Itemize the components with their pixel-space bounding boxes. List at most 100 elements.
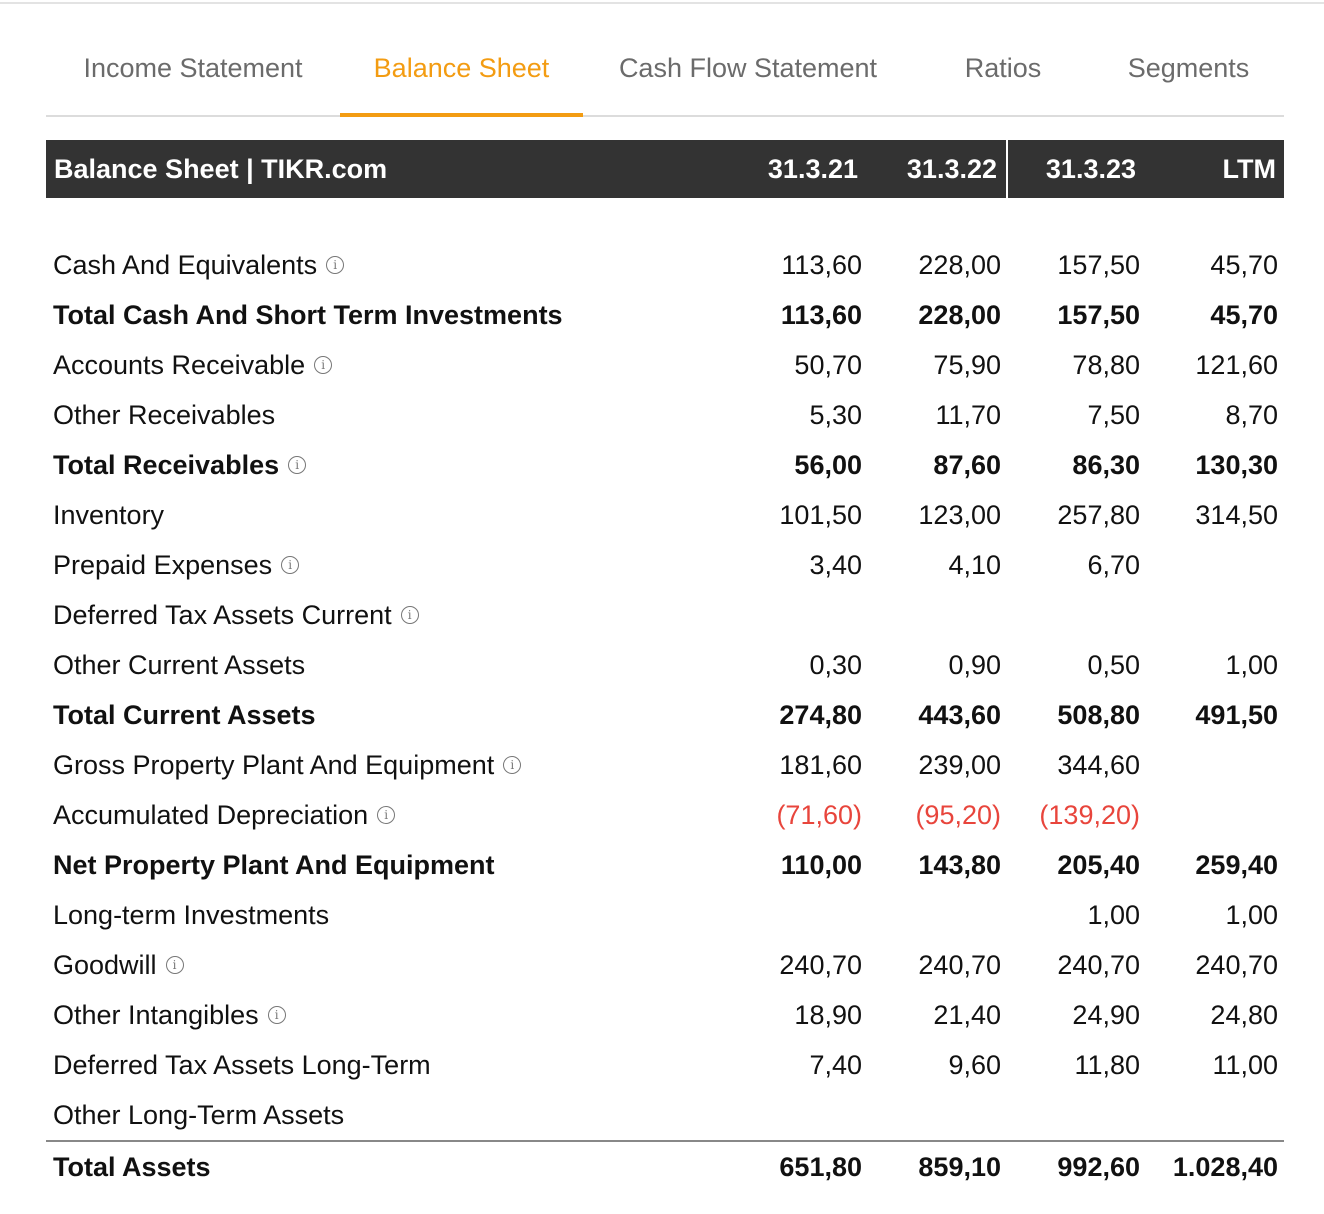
row-label: Other Current Assets [53, 640, 305, 690]
cell-2: 344,60 [1057, 750, 1140, 780]
cell-2: 157,50 [1057, 250, 1140, 280]
row-label: Other Intangibles i [53, 990, 286, 1040]
row-label: Total Assets [53, 1142, 211, 1192]
total-row: Total Assets 651,80 859,10 992,60 1.028,40 [46, 1142, 1284, 1192]
info-icon[interactable]: i [288, 455, 307, 474]
table-row: Total Receivables i 56,00 87,60 86,30 130,30 [46, 440, 1284, 490]
row-label-text: Other Current Assets [53, 650, 306, 680]
tab-cash-flow-statement[interactable]: Cash Flow Statement [583, 40, 913, 115]
info-icon[interactable]: i [326, 255, 345, 274]
cell-3: 8,70 [1225, 400, 1278, 430]
row-label-text: Cash And Equivalents [53, 250, 318, 280]
cell-2: 11,80 [1074, 1050, 1140, 1080]
tab-income-statement[interactable]: Income Statement [46, 40, 340, 115]
row-label: Net Property Plant And Equipment [53, 840, 495, 890]
row-label: Accounts Receivable i [53, 340, 333, 390]
cell-1: 123,00 [918, 500, 1001, 530]
row-label: Total Current Assets [53, 690, 316, 740]
table-row: Accumulated Depreciation i (71,60) (95,20) (… [46, 790, 1284, 840]
cell-0: 50,70 [794, 350, 862, 380]
cell-0: 5,30 [809, 400, 862, 430]
row-label-text: Prepaid Expenses [53, 550, 273, 580]
row-label: Long-term Investments [53, 890, 329, 940]
info-icon[interactable]: i [503, 755, 522, 774]
info-icon[interactable]: i [314, 355, 333, 374]
row-label-text: Other Intangibles [53, 1000, 259, 1030]
tab-balance-sheet[interactable]: Balance Sheet [340, 40, 583, 117]
info-icon[interactable]: i [281, 555, 300, 574]
cell-2: 6,70 [1087, 550, 1140, 580]
cell-1: 9,60 [948, 1050, 1001, 1080]
row-label: Prepaid Expenses i [53, 540, 300, 590]
cell-3: 45,70 [1210, 300, 1278, 330]
cell-3: 45,70 [1210, 250, 1278, 280]
cell-3: 11,00 [1212, 1050, 1278, 1080]
top-divider [0, 2, 1324, 4]
table-row: Long-term Investments 1,00 1,00 [46, 890, 1284, 940]
row-label-text: Other Long-Term Assets [53, 1100, 345, 1130]
row-label: Deferred Tax Assets Long-Term [53, 1040, 431, 1090]
cell-1: 228,00 [918, 300, 1001, 330]
cell-0: 18,90 [794, 1000, 862, 1030]
column-divider [1006, 140, 1008, 198]
row-label-text: Inventory [53, 500, 165, 530]
table-row: Other Long-Term Assets [46, 1090, 1284, 1140]
cell-2: (139,20) [1039, 800, 1140, 830]
info-icon[interactable]: i [165, 955, 184, 974]
cell-2: 1,00 [1087, 900, 1140, 930]
cell-0: (71,60) [776, 800, 862, 830]
column-header-1[interactable]: 31.3.22 [907, 140, 997, 198]
row-label-text: Deferred Tax Assets Long-Term [53, 1050, 431, 1080]
row-label-text: Total Receivables [53, 450, 280, 480]
column-header-2[interactable]: 31.3.23 [1046, 140, 1136, 198]
cell-0: 0,30 [809, 650, 862, 680]
info-icon[interactable]: i [377, 805, 396, 824]
row-label-text: Total Current Assets [53, 700, 316, 730]
cell-1: 0,90 [948, 650, 1001, 680]
table-row: Deferred Tax Assets Long-Term 7,40 9,60 11,… [46, 1040, 1284, 1090]
row-label-text: Gross Property Plant And Equipment [53, 750, 495, 780]
column-header-0[interactable]: 31.3.21 [768, 140, 858, 198]
cell-1: 4,10 [948, 550, 1001, 580]
table-row: Net Property Plant And Equipment 110,00 14… [46, 840, 1284, 890]
cell-2: 7,50 [1087, 400, 1140, 430]
table-title: Balance Sheet | TIKR.com [54, 154, 388, 184]
cell-3: 240,70 [1195, 950, 1278, 980]
info-icon[interactable]: i [400, 605, 419, 624]
table-row: Deferred Tax Assets Current i [46, 590, 1284, 640]
table-row: Total Current Assets 274,80 443,60 508,80 49… [46, 690, 1284, 740]
cell-3: 121,60 [1195, 350, 1278, 380]
row-label-text: Net Property Plant And Equipment [53, 850, 495, 880]
tab-ratios[interactable]: Ratios [913, 40, 1093, 115]
table-row: Accounts Receivable i 50,70 75,90 78,80 121,6… [46, 340, 1284, 390]
cell-0: 113,60 [780, 300, 862, 330]
table-row: Other Current Assets 0,30 0,90 0,50 1,00 [46, 640, 1284, 690]
cell-1: (95,20) [915, 800, 1001, 830]
tab-segments[interactable]: Segments [1093, 40, 1284, 115]
row-label: Inventory [53, 490, 164, 540]
cell-3: 491,50 [1195, 700, 1278, 730]
table-row: Total Cash And Short Term Investments 113… [46, 290, 1284, 340]
cell-1: 240,70 [918, 950, 1001, 980]
row-label-text: Other Receivables [53, 400, 276, 430]
row-label-text: Accumulated Depreciation [53, 800, 369, 830]
row-label: Cash And Equivalents i [53, 240, 345, 290]
page: Income Statement Balance Sheet Cash Flow S… [0, 0, 1324, 1214]
cell-1: 859,10 [918, 1152, 1001, 1182]
info-icon[interactable]: i [267, 1005, 286, 1024]
cell-2: 205,40 [1057, 850, 1140, 880]
table-row: Other Intangibles i 18,90 21,40 24,90 24,80 [46, 990, 1284, 1040]
cell-0: 101,50 [779, 500, 862, 530]
cell-2: 78,80 [1072, 350, 1140, 380]
table-row: Goodwill i 240,70 240,70 240,70 240,70 [46, 940, 1284, 990]
row-label: Deferred Tax Assets Current i [53, 590, 419, 640]
cell-0: 110,00 [780, 850, 862, 880]
row-label: Accumulated Depreciation i [53, 790, 396, 840]
row-label-text: Long-term Investments [53, 900, 330, 930]
cell-2: 24,90 [1072, 1000, 1140, 1030]
column-header-3[interactable]: LTM [1223, 140, 1276, 198]
cell-0: 651,80 [779, 1152, 862, 1182]
row-label-text: Goodwill [53, 950, 157, 980]
cell-2: 257,80 [1057, 500, 1140, 530]
cell-0: 56,00 [794, 450, 862, 480]
